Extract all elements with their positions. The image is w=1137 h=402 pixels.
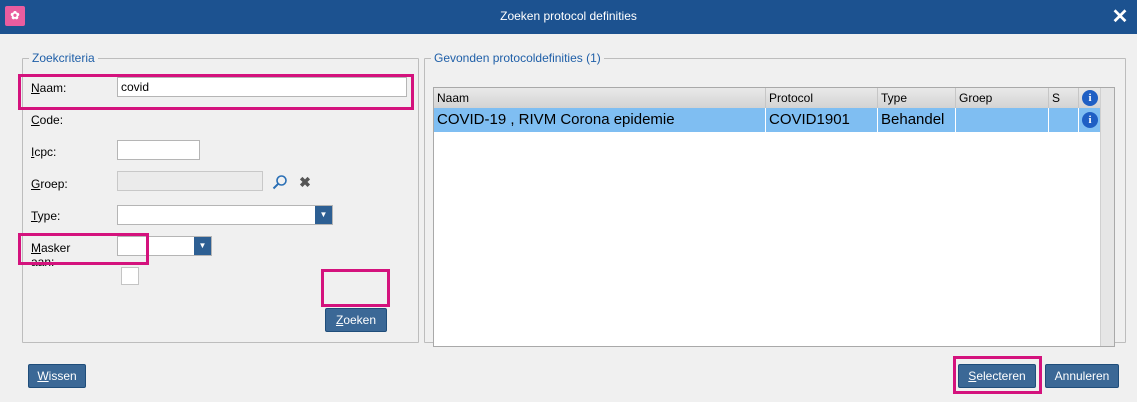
clear-icon[interactable]: ✖ — [297, 174, 313, 190]
groep-select[interactable]: ▼ — [117, 205, 333, 225]
cell-naam: COVID-19 , RIVM Corona epidemie — [434, 108, 766, 132]
zoeken-button[interactable]: Zoeken — [325, 308, 387, 332]
icpc-label: Icpc: — [31, 145, 57, 159]
chevron-down-icon[interactable]: ▼ — [194, 237, 211, 255]
search-icon[interactable] — [272, 174, 288, 190]
table-row[interactable]: COVID-19 , RIVM Corona epidemie COVID190… — [434, 108, 1114, 132]
info-icon[interactable]: i — [1082, 112, 1098, 128]
column-header-groep[interactable]: Groep — [956, 88, 1049, 108]
dialog-body: Zoekcriteria Naam: Code: Icpc: ✖ Groep: … — [0, 34, 1137, 402]
highlight-masker — [18, 233, 149, 265]
cell-protocol: COVID1901 — [766, 108, 878, 132]
info-icon: i — [1082, 90, 1098, 106]
column-header-s[interactable]: S — [1049, 88, 1079, 108]
highlight-selecteren — [953, 356, 1042, 394]
code-label: Code: — [31, 113, 64, 127]
cell-type: Behandel — [878, 108, 956, 132]
highlight-zoeken — [321, 269, 390, 307]
code-input[interactable] — [117, 140, 200, 160]
icpc-input — [117, 171, 263, 191]
annuleren-button[interactable]: Annuleren — [1045, 364, 1119, 388]
column-header-type[interactable]: Type — [878, 88, 956, 108]
results-legend: Gevonden protocoldefinities (1) — [434, 51, 601, 65]
masker-checkbox[interactable] — [121, 267, 139, 285]
title-bar: ✿ Zoeken protocol definities ✕ — [0, 0, 1137, 34]
results-table: Naam Protocol Type Groep S i COVID-19 , … — [433, 87, 1115, 347]
highlight-naam — [18, 74, 414, 110]
chevron-down-icon[interactable]: ▼ — [315, 206, 332, 224]
groep-label: Groep: — [31, 177, 68, 191]
vertical-scrollbar[interactable] — [1100, 88, 1114, 346]
results-group: Gevonden protocoldefinities (1) Naam Pro… — [424, 51, 1126, 347]
close-icon[interactable]: ✕ — [1109, 6, 1131, 28]
cell-groep — [956, 108, 1049, 132]
wissen-button[interactable]: Wissen — [28, 364, 86, 388]
search-criteria-legend: Zoekcriteria — [32, 51, 95, 65]
table-header: Naam Protocol Type Groep S i — [434, 88, 1114, 109]
type-label: Type: — [31, 209, 61, 223]
column-header-naam[interactable]: Naam — [434, 88, 766, 108]
cell-s — [1049, 108, 1079, 132]
column-header-protocol[interactable]: Protocol — [766, 88, 878, 108]
window-title: Zoeken protocol definities — [500, 9, 637, 23]
